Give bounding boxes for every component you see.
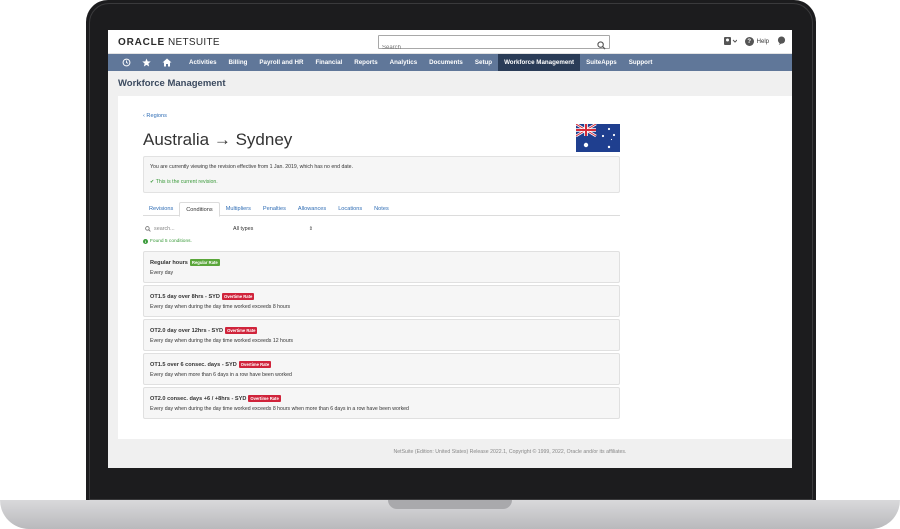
revision-notice-text: You are currently viewing the revision e… — [150, 164, 354, 170]
page-title: Workforce Management — [118, 77, 226, 89]
main-content-card: ‹ Regions Australia → Sydney You are cur… — [118, 96, 792, 439]
nav-analytics[interactable]: Analytics — [384, 54, 424, 71]
nav-suiteapps[interactable]: SuiteApps — [580, 54, 623, 71]
top-right-tools: ? Help — [723, 36, 786, 47]
search-icon — [145, 226, 151, 232]
recent-records-icon[interactable] — [122, 58, 131, 67]
condition-list: Regular hours Regular Rate Every day OT1… — [143, 251, 620, 421]
main-nav: Activities Billing Payroll and HR Financ… — [108, 54, 792, 71]
chat-icon[interactable] — [777, 36, 786, 47]
nav-support[interactable]: Support — [623, 54, 659, 71]
back-link-label: Regions — [146, 113, 167, 119]
back-to-regions-link[interactable]: ‹ Regions — [143, 113, 167, 119]
tab-allowances[interactable]: Allowances — [292, 202, 332, 216]
oracle-netsuite-logo[interactable]: ORACLE NETSUITE — [118, 37, 220, 48]
tab-locations[interactable]: Locations — [332, 202, 368, 216]
help-link[interactable]: ? Help — [744, 37, 769, 46]
overtime-rate-badge: Overtime Rate — [225, 327, 258, 334]
logo-netsuite: NETSUITE — [168, 37, 220, 48]
tab-revisions[interactable]: Revisions — [143, 202, 179, 216]
role-switch-icon[interactable] — [723, 36, 738, 47]
top-header: ORACLENETSUITE ? Help — [108, 30, 792, 54]
condition-description: Every day when during the day time worke… — [150, 406, 409, 412]
nav-payroll-and-hr[interactable]: Payroll and HR — [253, 54, 309, 71]
overtime-rate-badge: Overtime Rate — [248, 395, 281, 402]
condition-title: OT1.5 day over 8hrs - SYD — [150, 293, 220, 300]
revision-notice: You are currently viewing the revision e… — [143, 156, 620, 193]
condition-title: Regular hours — [150, 259, 188, 266]
logo-oracle: ORACLE — [118, 37, 166, 48]
tab-multipliers[interactable]: Multipliers — [220, 202, 257, 216]
nav-financial[interactable]: Financial — [309, 54, 348, 71]
page-title-band: Workforce Management — [108, 71, 792, 95]
help-icon: ? — [744, 37, 754, 46]
condition-search[interactable]: search... — [145, 226, 175, 232]
footer-copyright: NetSuite (Edition: United States) Releas… — [393, 449, 627, 455]
laptop-notch — [388, 500, 512, 509]
info-icon: i — [143, 239, 148, 244]
condition-name: OT1.5 day over 8hrs - SYD Overtime Rate — [150, 293, 255, 300]
help-label: Help — [756, 38, 769, 45]
current-revision-status: ✔ This is the current revision. — [150, 179, 218, 185]
current-revision-text: This is the current revision. — [155, 179, 218, 185]
overtime-rate-badge: Overtime Rate — [221, 293, 255, 300]
overtime-rate-badge: Overtime Rate — [238, 361, 272, 368]
condition-title: OT2.0 day over 12hrs - SYD — [150, 327, 224, 334]
condition-description: Every day when during the day time worke… — [150, 304, 291, 310]
condition-item[interactable]: OT2.0 consec. days +6 / +8hrs - SYD Over… — [143, 387, 620, 419]
tab-notes[interactable]: Notes — [368, 202, 395, 216]
condition-search-placeholder: search... — [154, 226, 175, 232]
condition-item[interactable]: OT2.0 day over 12hrs - SYD Overtime Rate… — [143, 319, 620, 351]
shortcuts-star-icon[interactable] — [142, 58, 151, 67]
condition-item[interactable]: OT1.5 day over 8hrs - SYD Overtime Rate … — [143, 285, 620, 317]
condition-item[interactable]: OT1.5 over 6 consec. days - SYD Overtime… — [143, 353, 620, 385]
condition-item[interactable]: Regular hours Regular Rate Every day — [143, 251, 620, 283]
condition-description: Every day when more than 6 days in a row… — [150, 372, 292, 378]
condition-name: OT2.0 day over 12hrs - SYD Overtime Rate — [150, 327, 258, 334]
up-down-caret-icon: ⇕ — [308, 226, 313, 232]
found-count-text: Found 5 conditions. — [150, 239, 192, 244]
condition-description: Every day — [150, 270, 174, 276]
australia-flag-icon — [576, 124, 620, 152]
condition-name: OT1.5 over 6 consec. days - SYD Overtime… — [150, 361, 272, 368]
condition-description: Every day when during the day time worke… — [150, 338, 294, 344]
nav-reports[interactable]: Reports — [348, 54, 383, 71]
global-search[interactable] — [378, 35, 610, 54]
region-tabs: Revisions Conditions Multipliers Penalti… — [143, 202, 620, 217]
condition-title: OT2.0 consec. days +6 / +8hrs - SYD — [150, 395, 247, 402]
nav-billing[interactable]: Billing — [223, 54, 254, 71]
tab-conditions[interactable]: Conditions — [179, 202, 220, 217]
nav-documents[interactable]: Documents — [423, 54, 469, 71]
nav-setup[interactable]: Setup — [469, 54, 498, 71]
search-icon[interactable] — [597, 37, 606, 55]
region-title: Australia → Sydney — [143, 130, 293, 149]
nav-workforce-management[interactable]: Workforce Management — [498, 54, 581, 71]
regular-rate-badge: Regular Rate — [189, 259, 220, 266]
nav-activities[interactable]: Activities — [183, 54, 223, 71]
condition-title: OT1.5 over 6 consec. days - SYD — [150, 361, 237, 368]
tab-penalties[interactable]: Penalties — [257, 202, 292, 216]
global-search-input[interactable] — [379, 42, 589, 54]
screen: ORACLENETSUITE ? Help — [108, 30, 792, 468]
home-icon[interactable] — [162, 58, 172, 67]
type-select-value: All types — [233, 226, 254, 232]
found-count: i Found 5 conditions. — [143, 239, 192, 244]
condition-filters: search... All types ⇕ — [143, 225, 620, 237]
condition-name: OT2.0 consec. days +6 / +8hrs - SYD Over… — [150, 395, 281, 402]
condition-name: Regular hours Regular Rate — [150, 259, 220, 266]
type-select[interactable]: All types ⇕ — [233, 226, 313, 232]
